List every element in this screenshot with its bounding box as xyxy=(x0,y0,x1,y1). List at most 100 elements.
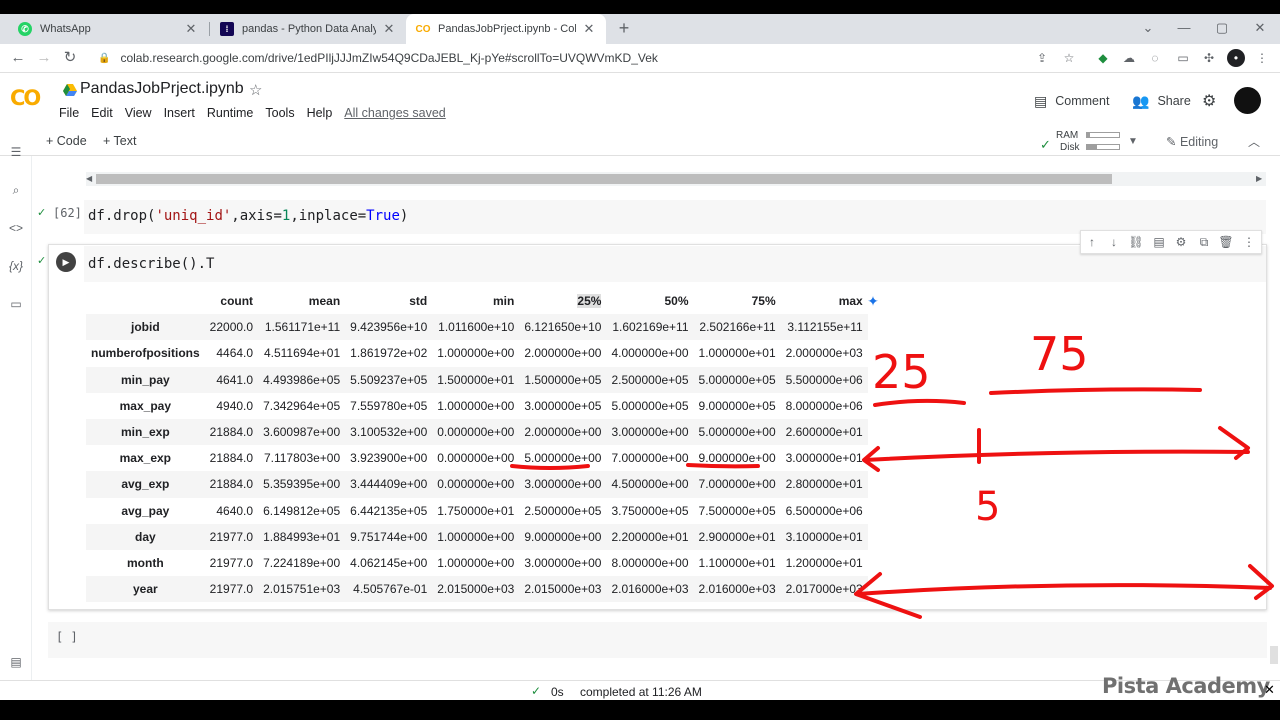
files-folder-icon[interactable]: ▭ xyxy=(4,294,28,314)
share-label: Share xyxy=(1157,94,1191,108)
search-icon[interactable]: ⌕ xyxy=(4,180,28,200)
move-up-icon[interactable]: ↑ xyxy=(1082,232,1102,252)
table-cell: 7.224189e+00 xyxy=(263,555,341,570)
new-tab-button[interactable]: + xyxy=(614,14,634,44)
scroll-left-icon[interactable]: ◀ xyxy=(86,174,92,183)
scroll-right-icon[interactable]: ▶ xyxy=(1256,174,1262,183)
mirror-cell-icon[interactable]: ⧉ xyxy=(1194,232,1214,252)
ram-usage-bar[interactable] xyxy=(1086,132,1120,138)
menu-insert[interactable]: Insert xyxy=(164,106,195,120)
column-header: std xyxy=(409,294,428,309)
menu-runtime[interactable]: Runtime xyxy=(207,106,254,120)
menu-file[interactable]: File xyxy=(59,106,79,120)
executed-check-icon: ✓ xyxy=(37,255,47,267)
table-cell: 6.500000e+06 xyxy=(785,503,863,518)
table-cell: 3.112155e+11 xyxy=(787,320,863,335)
table-cell: 4464.0 xyxy=(216,346,254,361)
empty-cell-prompt: [ ] xyxy=(56,630,78,644)
table-cell: 2.500000e+05 xyxy=(611,372,689,387)
url-field[interactable]: 🔒 colab.research.google.com/drive/1edPIl… xyxy=(90,47,1070,69)
empty-code-cell[interactable] xyxy=(48,622,1267,658)
puzzle-icon[interactable]: ✣ xyxy=(1200,49,1218,67)
comment-button[interactable]: ▤ Comment xyxy=(1034,91,1109,111)
settings-gear-icon[interactable]: ⚙ xyxy=(1171,232,1191,252)
code-cell-62-source[interactable]: df.drop('uniq_id',axis=1,inplace=True) xyxy=(88,208,408,224)
column-header: 25% xyxy=(519,288,606,314)
minimize-button[interactable]: — xyxy=(1164,14,1204,44)
close-icon[interactable]: ✕ xyxy=(582,21,596,37)
page-scrollbar[interactable] xyxy=(1270,646,1278,664)
active-cell-source[interactable]: df.describe().T xyxy=(88,256,214,272)
drive-icon xyxy=(63,84,77,96)
move-down-icon[interactable]: ↓ xyxy=(1104,232,1124,252)
menu-edit[interactable]: Edit xyxy=(91,106,113,120)
notebook-title[interactable]: PandasJobPrject.ipynb xyxy=(80,80,244,98)
share-button[interactable]: 👥 Share xyxy=(1132,91,1191,111)
status-text[interactable]: completed at 11:26 AM xyxy=(580,685,702,699)
variables-icon[interactable]: {x} xyxy=(4,256,28,276)
browser-tab-whatsapp[interactable]: ✆ WhatsApp ✕ xyxy=(8,14,208,44)
table-cell: 9.000000e+00 xyxy=(524,529,602,544)
menu-help[interactable]: Help xyxy=(307,106,333,120)
share-page-icon[interactable]: ⇪ xyxy=(1033,49,1051,67)
browser-tab-pandas[interactable]: ⁞ pandas - Python Data Analysis Li ✕ xyxy=(210,14,406,44)
link-icon[interactable]: ⛓ xyxy=(1126,232,1146,252)
table-cell: 1.750000e+01 xyxy=(437,503,515,518)
editing-mode-button[interactable]: ✎ Editing xyxy=(1166,134,1218,149)
disk-usage-bar[interactable] xyxy=(1086,144,1120,150)
magic-wand-icon[interactable]: ✦ xyxy=(862,290,884,312)
table-cell: 8.000000e+06 xyxy=(785,398,863,413)
browser-tab-colab[interactable]: CO PandasJobPrject.ipynb - Colabor ✕ xyxy=(406,14,606,44)
table-cell: 1.000000e+00 xyxy=(437,555,515,570)
table-cell: 0.000000e+00 xyxy=(437,425,515,440)
extension-icon[interactable]: ☁ xyxy=(1120,49,1138,67)
table-of-contents-icon[interactable]: ☰ xyxy=(4,142,28,162)
extension-icon[interactable]: ◌ xyxy=(1146,49,1164,67)
table-cell: 21884.0 xyxy=(209,451,254,466)
table-row: day 21977.0 1.884993e+01 9.751744e+00 1.0000… xyxy=(86,523,868,550)
save-status[interactable]: All changes saved xyxy=(344,106,445,120)
close-icon[interactable]: ✕ xyxy=(1264,682,1275,698)
ram-usage-fill xyxy=(1087,133,1091,137)
window-close-button[interactable]: ✕ xyxy=(1240,14,1280,44)
avatar[interactable] xyxy=(1234,87,1261,114)
close-icon[interactable]: ✕ xyxy=(382,21,396,37)
add-text-button[interactable]: + Text xyxy=(103,134,136,148)
row-index: year xyxy=(132,582,158,597)
close-icon[interactable]: ✕ xyxy=(184,21,198,37)
star-icon[interactable]: ☆ xyxy=(249,81,262,99)
delete-trash-icon[interactable]: 🗑 xyxy=(1216,232,1236,252)
table-cell: 3.100532e+00 xyxy=(350,425,428,440)
table-cell: 9.000000e+05 xyxy=(698,398,776,413)
bottom-letterbox xyxy=(0,700,1280,720)
back-icon[interactable]: ← xyxy=(6,44,30,72)
run-cell-button[interactable]: ▶ xyxy=(56,252,76,272)
tab-search-icon[interactable]: ⌄ xyxy=(1128,14,1168,44)
comment-icon[interactable]: ▤ xyxy=(1149,232,1169,252)
add-code-button[interactable]: + Code xyxy=(46,134,87,148)
browser-menu-icon[interactable]: ⋮ xyxy=(1253,49,1271,67)
extension-icon[interactable]: ▭ xyxy=(1174,49,1192,67)
menu-view[interactable]: View xyxy=(125,106,152,120)
table-row: avg_pay 4640.0 6.149812e+05 6.442135e+05 1.7… xyxy=(86,498,868,524)
table-cell: 1.000000e+00 xyxy=(437,398,515,413)
table-cell: 21977.0 xyxy=(209,582,254,597)
maximize-button[interactable]: ▢ xyxy=(1202,14,1242,44)
colab-logo[interactable]: CO xyxy=(10,86,48,110)
reload-icon[interactable]: ↻ xyxy=(58,44,82,72)
bookmark-star-icon[interactable]: ☆ xyxy=(1060,49,1078,67)
more-menu-icon[interactable]: ⋮ xyxy=(1239,232,1259,252)
table-cell: 1.861972e+02 xyxy=(350,346,428,361)
runtime-dropdown-icon[interactable]: ▼ xyxy=(1128,136,1138,147)
code-snippets-icon[interactable]: <> xyxy=(4,218,28,238)
menu-tools[interactable]: Tools xyxy=(265,106,294,120)
settings-gear-icon[interactable]: ⚙ xyxy=(1202,91,1216,111)
scrollbar-thumb[interactable] xyxy=(96,174,1112,184)
colab-icon: CO xyxy=(415,23,431,35)
profile-icon[interactable]: • xyxy=(1227,49,1245,67)
terminal-icon[interactable]: ▤ xyxy=(4,652,28,672)
table-cell: 7.342964e+05 xyxy=(263,398,341,413)
forward-icon[interactable]: → xyxy=(32,44,56,72)
extension-icon[interactable]: ◆ xyxy=(1094,49,1112,67)
collapse-header-icon[interactable]: ︿ xyxy=(1248,133,1260,150)
